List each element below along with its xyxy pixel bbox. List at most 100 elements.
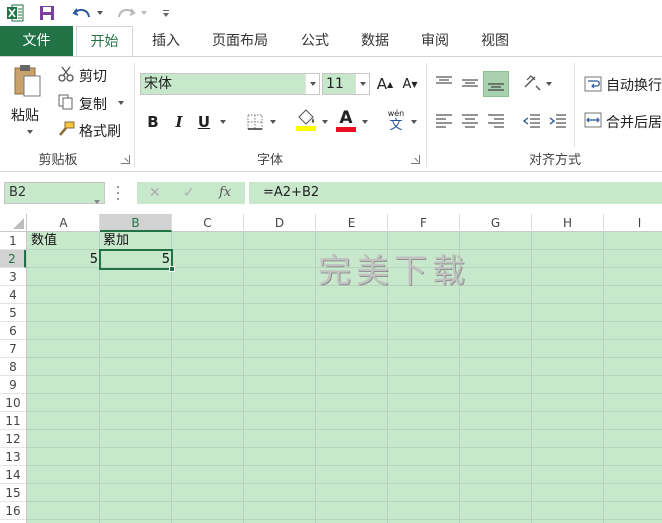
name-box[interactable]: B2	[4, 182, 105, 204]
align-left-icon[interactable]	[432, 109, 456, 133]
name-box-dropdown-icon[interactable]	[94, 191, 100, 211]
align-bottom-icon[interactable]	[483, 71, 509, 97]
paste-dropdown-icon[interactable]	[24, 127, 36, 137]
column-header-d[interactable]: D	[244, 214, 316, 232]
cut-button[interactable]: 剪切	[79, 66, 107, 86]
redo-dropdown-icon[interactable]	[139, 2, 149, 24]
row-header-7[interactable]: 7	[0, 340, 26, 358]
cancel-icon[interactable]: ✕	[149, 185, 161, 201]
borders-dropdown-icon[interactable]	[268, 117, 278, 127]
row-header-1[interactable]: 1	[0, 232, 26, 250]
font-size-box[interactable]: 11	[322, 73, 370, 95]
bold-button[interactable]: B	[143, 111, 163, 133]
font-name-box[interactable]: 宋体	[140, 73, 320, 95]
phonetic-guide-icon[interactable]: wén 文	[383, 107, 409, 135]
column-header-h[interactable]: H	[532, 214, 604, 232]
grid-col-line	[603, 214, 604, 523]
formula-bar-grip-icon[interactable]	[117, 186, 123, 200]
tab-home[interactable]: 开始	[76, 26, 133, 57]
align-middle-icon[interactable]	[458, 71, 482, 95]
wrap-text-button[interactable]: 自动换行	[606, 75, 662, 95]
orientation-icon[interactable]	[520, 71, 544, 95]
save-icon[interactable]	[36, 2, 58, 24]
align-top-icon[interactable]	[432, 71, 456, 95]
row-header-15[interactable]: 15	[0, 484, 26, 502]
tab-file[interactable]: 文件	[0, 26, 73, 56]
row-header-2[interactable]: 2	[0, 250, 26, 268]
column-header-c[interactable]: C	[172, 214, 244, 232]
font-color-dropdown-icon[interactable]	[360, 117, 370, 127]
row-header-10[interactable]: 10	[0, 394, 26, 412]
row-header-6[interactable]: 6	[0, 322, 26, 340]
underline-button[interactable]: U	[194, 111, 214, 133]
paste-icon[interactable]	[10, 63, 44, 99]
tab-insert[interactable]: 插入	[138, 26, 194, 56]
row-header-12[interactable]: 12	[0, 430, 26, 448]
row-header-9[interactable]: 9	[0, 376, 26, 394]
row-header-13[interactable]: 13	[0, 448, 26, 466]
format-painter-button[interactable]: 格式刷	[79, 121, 121, 141]
tab-view[interactable]: 视图	[468, 26, 522, 56]
undo-icon[interactable]	[70, 2, 94, 24]
fill-color-dropdown-icon[interactable]	[320, 117, 330, 127]
redo-icon[interactable]	[114, 2, 138, 24]
scissors-icon[interactable]	[56, 65, 76, 83]
font-name-dropdown-icon[interactable]	[305, 74, 319, 94]
format-painter-icon[interactable]	[56, 120, 76, 138]
copy-button[interactable]: 复制	[79, 94, 107, 114]
column-header-g[interactable]: G	[460, 214, 532, 232]
undo-dropdown-icon[interactable]	[95, 2, 105, 24]
worksheet-grid[interactable]: A B C D E F G H I 1 2 3 4 5 6 7 8 9 10 1…	[0, 214, 662, 523]
decrease-indent-icon[interactable]	[520, 109, 544, 133]
underline-dropdown-icon[interactable]	[218, 117, 228, 127]
row-header-5[interactable]: 5	[0, 304, 26, 322]
font-color-icon[interactable]: A	[334, 107, 358, 133]
phonetic-bottom-label: 文	[389, 118, 403, 133]
row-header-3[interactable]: 3	[0, 268, 26, 286]
copy-icon[interactable]	[56, 93, 76, 111]
row-header-11[interactable]: 11	[0, 412, 26, 430]
row-header-14[interactable]: 14	[0, 466, 26, 484]
merge-center-icon[interactable]	[582, 109, 604, 131]
fill-color-icon[interactable]	[294, 107, 318, 133]
copy-dropdown-icon[interactable]	[116, 99, 126, 107]
column-header-f[interactable]: F	[388, 214, 460, 232]
insert-function-icon[interactable]: fx	[219, 185, 231, 200]
font-size-dropdown-icon[interactable]	[355, 74, 369, 94]
enter-icon[interactable]: ✓	[183, 185, 195, 201]
tab-review[interactable]: 审阅	[408, 26, 462, 56]
cell-a2[interactable]: 5	[29, 251, 100, 269]
align-right-icon[interactable]	[484, 109, 508, 133]
increase-indent-icon[interactable]	[546, 109, 570, 133]
row-header-4[interactable]: 4	[0, 286, 26, 304]
cell-a1[interactable]: 数值	[29, 232, 100, 250]
column-header-b[interactable]: B	[100, 214, 172, 232]
paste-button[interactable]: 粘贴	[11, 105, 39, 125]
italic-button[interactable]: I	[169, 111, 189, 133]
cell-b1[interactable]: 累加	[101, 232, 172, 250]
grow-font-icon[interactable]: A ▲	[375, 73, 395, 95]
phonetic-dropdown-icon[interactable]	[409, 117, 419, 127]
column-header-a[interactable]: A	[28, 214, 100, 232]
row-header-8[interactable]: 8	[0, 358, 26, 376]
column-header-i[interactable]: I	[604, 214, 662, 232]
clipboard-launcher-icon[interactable]	[121, 155, 130, 164]
tab-data[interactable]: 数据	[348, 26, 402, 56]
tab-formulas[interactable]: 公式	[288, 26, 342, 56]
shrink-font-icon[interactable]: A ▼	[400, 73, 420, 95]
formula-input[interactable]: =A2+B2	[249, 182, 662, 204]
customize-toolbar-icon[interactable]	[158, 2, 174, 24]
fill-handle[interactable]	[169, 266, 175, 272]
font-launcher-icon[interactable]	[411, 155, 420, 164]
align-center-icon[interactable]	[458, 109, 482, 133]
borders-icon[interactable]	[244, 111, 266, 133]
wrap-text-icon[interactable]	[582, 73, 604, 95]
select-all-corner[interactable]	[0, 214, 27, 232]
selection-box	[99, 249, 173, 270]
font-size-value: 11	[326, 76, 344, 92]
tab-page-layout[interactable]: 页面布局	[200, 26, 280, 56]
merge-center-button[interactable]: 合并后居	[606, 112, 662, 132]
row-header-16[interactable]: 16	[0, 502, 26, 520]
orientation-dropdown-icon[interactable]	[544, 79, 554, 89]
column-header-e[interactable]: E	[316, 214, 388, 232]
